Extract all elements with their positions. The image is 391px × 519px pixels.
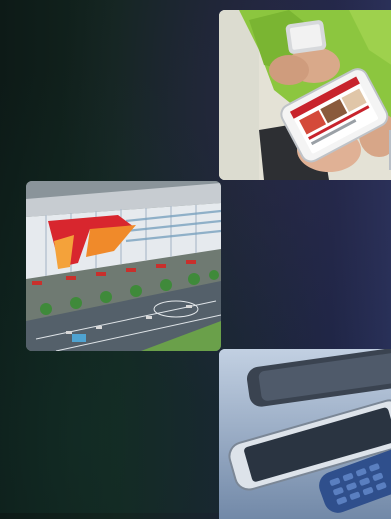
mobile-devices-on-table-image <box>219 349 391 519</box>
shopping-mall-aerial-image <box>26 181 221 351</box>
photo-devices <box>219 349 391 519</box>
photo-mall <box>26 181 221 351</box>
photo-phones-hands <box>219 10 391 180</box>
smartphones-in-hands-image <box>219 10 391 180</box>
